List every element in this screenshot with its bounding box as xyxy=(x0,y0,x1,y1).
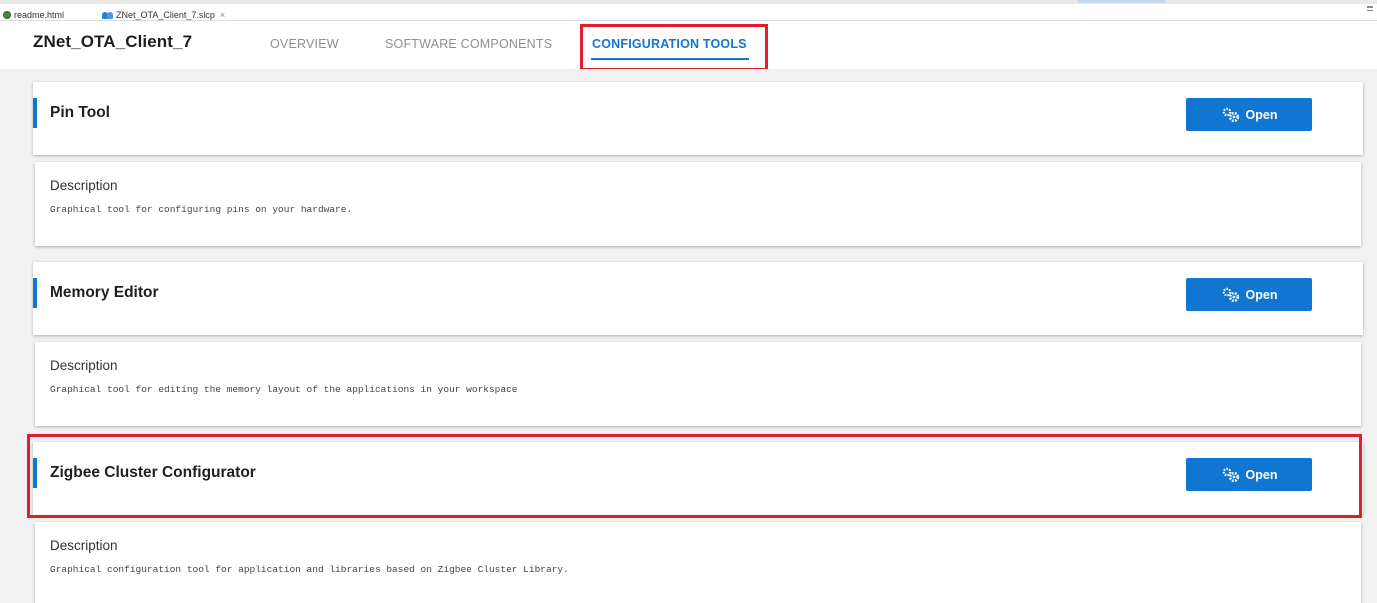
description-label: Description xyxy=(50,538,118,553)
description-text: Graphical configuration tool for applica… xyxy=(50,564,569,575)
project-icon xyxy=(102,11,113,19)
highlight-box-configuration-tab xyxy=(580,24,768,71)
card-accent-bar xyxy=(33,98,37,128)
description-card-memory-editor: Description Graphical tool for editing t… xyxy=(35,342,1361,426)
tab-overview[interactable]: OVERVIEW xyxy=(270,37,339,51)
gears-icon xyxy=(1221,107,1241,123)
tab-readme[interactable]: readme.html xyxy=(3,8,64,21)
close-icon[interactable]: × xyxy=(220,10,225,20)
description-card-zigbee-cluster-configurator: Description Graphical configuration tool… xyxy=(35,522,1361,603)
open-button-label: Open xyxy=(1245,287,1278,302)
tool-title: Pin Tool xyxy=(50,104,110,121)
description-text: Graphical tool for editing the memory la… xyxy=(50,384,518,395)
tab-strip-top-line xyxy=(0,0,1377,4)
card-accent-bar xyxy=(33,278,37,308)
tab-project-slcp[interactable]: ZNet_OTA_Client_7.slcp × xyxy=(102,8,225,21)
tab-strip-accent xyxy=(1078,0,1166,3)
gears-icon xyxy=(1221,287,1241,303)
description-label: Description xyxy=(50,358,118,373)
window: readme.html ZNet_OTA_Client_7.slcp × ZNe… xyxy=(0,0,1377,603)
highlight-box-zigbee-tool xyxy=(27,434,1362,518)
tab-readme-label: readme.html xyxy=(14,9,65,20)
tool-title: Memory Editor xyxy=(50,284,159,301)
description-label: Description xyxy=(50,178,118,193)
editor-tab-strip: readme.html ZNet_OTA_Client_7.slcp × xyxy=(0,0,1377,21)
open-pin-tool-button[interactable]: Open xyxy=(1186,98,1312,131)
project-title: ZNet_OTA_Client_7 xyxy=(33,32,193,51)
tool-card-pin-tool: Pin Tool Open xyxy=(33,82,1363,155)
description-text: Graphical tool for configuring pins on y… xyxy=(50,204,353,215)
open-button-label: Open xyxy=(1245,107,1278,122)
tab-project-label: ZNet_OTA_Client_7.slcp xyxy=(116,9,215,20)
open-memory-editor-button[interactable]: Open xyxy=(1186,278,1312,311)
description-card-pin-tool: Description Graphical tool for configuri… xyxy=(35,162,1361,246)
tab-software-components[interactable]: SOFTWARE COMPONENTS xyxy=(385,37,552,51)
globe-icon xyxy=(3,10,11,19)
configuration-tools-panel: Pin Tool Open Description Graphical tool… xyxy=(0,69,1377,603)
tool-card-memory-editor: Memory Editor Open xyxy=(33,262,1363,335)
minimize-icon[interactable] xyxy=(1367,6,1373,11)
